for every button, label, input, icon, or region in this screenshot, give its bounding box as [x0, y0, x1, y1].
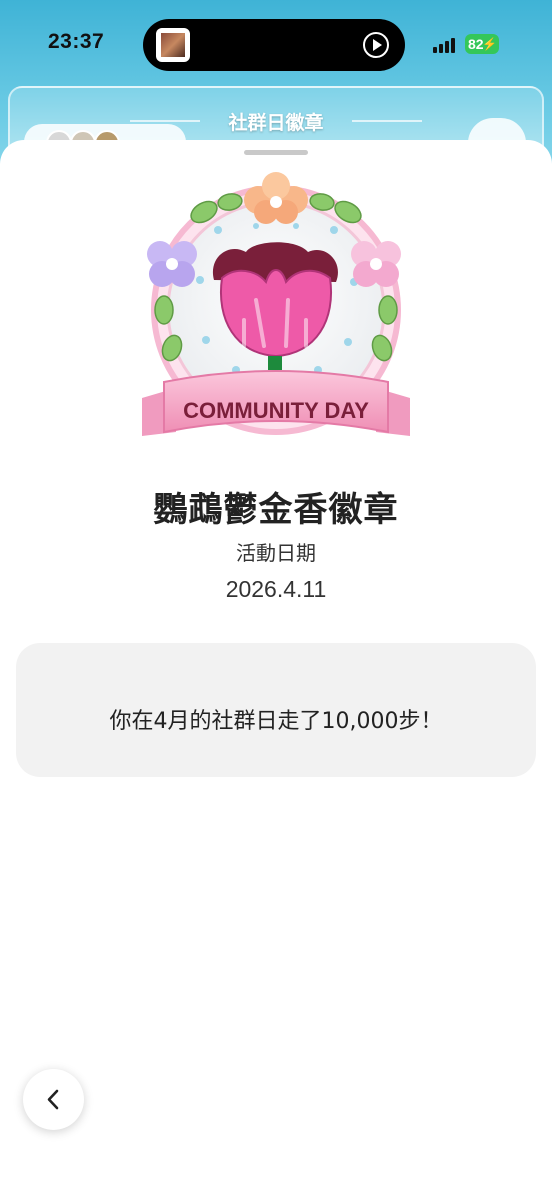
status-bar: 23:37 82 ⚡	[0, 0, 552, 84]
chevron-left-icon	[47, 1089, 59, 1110]
charging-icon: ⚡	[482, 37, 497, 51]
battery-indicator: 82 ⚡	[465, 34, 499, 54]
badge-image: COMMUNITY DAY	[136, 170, 416, 470]
event-date-label: 活動日期	[236, 541, 316, 565]
back-button[interactable]	[23, 1069, 84, 1130]
event-date-value: 2026.4.11	[225, 576, 327, 602]
play-icon[interactable]	[363, 32, 389, 58]
sheet-grabber[interactable]	[244, 150, 308, 155]
badge-name: 鸚鵡鬱金香徽章	[153, 490, 399, 530]
achievement-message: 你在4月的社群日走了10,000步！	[109, 709, 443, 734]
dynamic-island[interactable]	[143, 19, 405, 71]
status-time: 23:37	[48, 30, 105, 53]
signal-icon	[433, 37, 459, 53]
media-thumbnail	[156, 28, 190, 62]
badge-banner-text: COMMUNITY DAY	[183, 398, 369, 423]
